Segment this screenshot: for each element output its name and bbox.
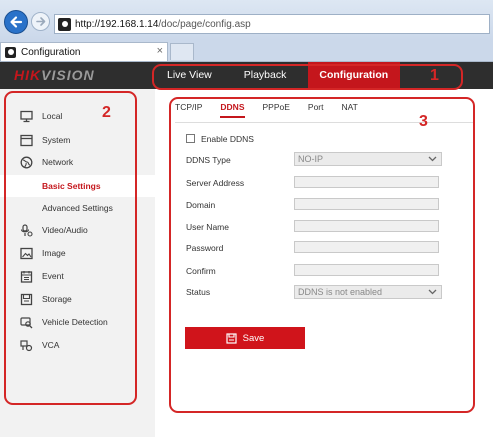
url-path: /doc/page/config.asp: [158, 18, 251, 30]
browser-tab[interactable]: Configuration ×: [0, 42, 168, 61]
brand-logo: HIKVISION: [14, 67, 95, 83]
annotation-box-top-nav: [152, 64, 463, 90]
browser-tab-strip: Configuration ×: [0, 40, 493, 62]
annotation-number-2: 2: [102, 104, 111, 121]
arrow-right-icon: [36, 17, 46, 26]
url-host: http://192.168.1.14: [75, 18, 159, 30]
browser-address-bar: http://192.168.1.14/doc/page/config.asp: [0, 0, 493, 40]
arrow-left-icon: [10, 16, 23, 28]
site-favicon-icon: [58, 17, 71, 31]
annotation-box-content: [169, 97, 475, 413]
tab-title: Configuration: [21, 46, 81, 58]
annotation-box-sidebar: [4, 91, 137, 405]
new-tab-button[interactable]: [170, 43, 194, 60]
url-input[interactable]: http://192.168.1.14/doc/page/config.asp: [54, 14, 490, 34]
annotation-number-1: 1: [430, 67, 439, 84]
back-button[interactable]: [4, 10, 28, 34]
forward-button[interactable]: [31, 12, 50, 31]
tab-favicon-icon: [5, 46, 16, 58]
tab-close-icon[interactable]: ×: [157, 45, 163, 57]
annotation-number-3: 3: [419, 113, 428, 130]
